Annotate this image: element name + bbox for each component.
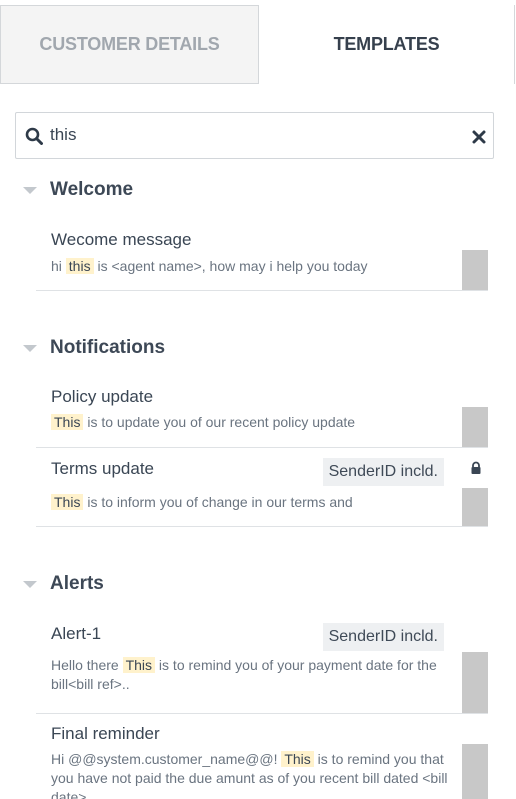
- template-name: Final reminder: [51, 724, 160, 743]
- scroll-handle[interactable]: [462, 250, 488, 290]
- category-title: Notifications: [50, 337, 166, 358]
- template-preview: This is to inform you of change in our t…: [51, 493, 353, 512]
- search-icon: [25, 127, 43, 145]
- scroll-handle[interactable]: [462, 652, 488, 713]
- template-name: Terms update: [51, 459, 154, 478]
- close-icon[interactable]: [471, 129, 487, 145]
- search-input[interactable]: [50, 122, 450, 148]
- search-highlight: this: [65, 258, 94, 274]
- template-preview: This is to update you of our recent poli…: [51, 413, 355, 432]
- template-item-welcome-message[interactable]: Wecome message hi this is <agent name>, …: [36, 222, 488, 291]
- search-highlight: This: [122, 657, 156, 673]
- template-preview: hi this is <agent name>, how may i help …: [51, 258, 368, 274]
- category-title: Alerts: [50, 573, 104, 594]
- search-highlight: This: [281, 751, 314, 767]
- tab-templates[interactable]: TEMPLATES: [258, 5, 515, 84]
- template-item-terms-update[interactable]: Terms update SenderID incld. This is to …: [36, 448, 488, 527]
- sender-id-badge: SenderID incld.: [322, 623, 444, 651]
- scroll-handle[interactable]: [462, 407, 488, 447]
- template-preview: Hello there This is to remind you of you…: [51, 657, 437, 692]
- caret-down-icon: [23, 581, 37, 588]
- template-search-box: [15, 112, 494, 159]
- category-header-welcome[interactable]: Welcome: [0, 176, 500, 206]
- caret-down-icon: [23, 345, 37, 352]
- template-name: Wecome message: [51, 230, 192, 249]
- search-highlight: This: [51, 494, 84, 510]
- template-name: Policy update: [51, 387, 154, 406]
- category-header-notifications[interactable]: Notifications: [0, 334, 500, 364]
- template-item-alert-1[interactable]: Alert-1 SenderID incld. Hello there This…: [36, 614, 488, 714]
- category-header-alerts[interactable]: Alerts: [0, 570, 500, 600]
- template-item-policy-update[interactable]: Policy update This is to update you of o…: [36, 379, 488, 448]
- template-item-final-reminder[interactable]: Final reminder Hi @@system.customer_name…: [36, 714, 488, 799]
- sender-id-badge: SenderID incld.: [322, 458, 444, 486]
- tab-customer-details[interactable]: CUSTOMER DETAILS: [0, 5, 258, 84]
- lock-icon: [471, 461, 481, 474]
- tab-bar: CUSTOMER DETAILS TEMPLATES: [0, 0, 516, 84]
- category-title: Welcome: [50, 179, 134, 200]
- caret-down-icon: [23, 187, 37, 194]
- scroll-handle[interactable]: [462, 488, 488, 526]
- scroll-handle[interactable]: [462, 744, 488, 799]
- template-preview: Hi @@system.customer_name@@! This is to …: [51, 751, 448, 799]
- search-highlight: This: [51, 414, 84, 430]
- template-name: Alert-1: [51, 624, 102, 643]
